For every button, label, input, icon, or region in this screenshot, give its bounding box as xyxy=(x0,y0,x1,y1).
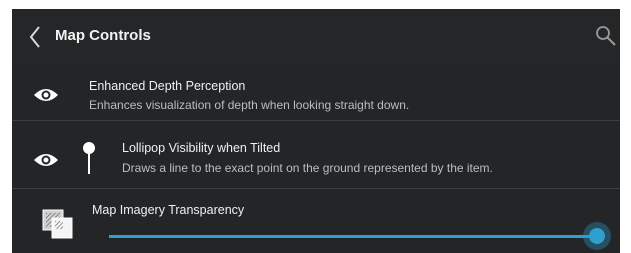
eye-icon[interactable] xyxy=(33,151,59,169)
imagery-transparency-setting: Map Imagery Transparency xyxy=(12,188,620,253)
lollipop-visibility-setting[interactable]: Lollipop Visibility when Tilted Draws a … xyxy=(12,120,620,189)
layers-icon xyxy=(42,209,73,239)
lollipop-icon xyxy=(83,142,95,174)
chevron-left-icon[interactable] xyxy=(28,25,42,49)
setting-description: Draws a line to the exact point on the g… xyxy=(122,161,493,175)
header-bar: Map Controls xyxy=(12,9,620,64)
page-title: Map Controls xyxy=(55,27,151,44)
enhanced-depth-setting[interactable]: Enhanced Depth Perception Enhances visua… xyxy=(12,64,620,120)
slider-fill xyxy=(109,235,597,238)
slider-thumb-core xyxy=(589,228,605,244)
map-controls-panel: Map Controls Enhanced Depth Perception E… xyxy=(12,9,620,253)
setting-label: Map Imagery Transparency xyxy=(92,203,245,217)
slider-thumb[interactable] xyxy=(583,222,611,250)
setting-label: Lollipop Visibility when Tilted xyxy=(122,141,281,155)
setting-description: Enhances visualization of depth when loo… xyxy=(89,98,410,112)
eye-icon[interactable] xyxy=(33,86,59,104)
transparency-slider[interactable] xyxy=(109,222,611,250)
setting-label: Enhanced Depth Perception xyxy=(89,79,246,93)
search-icon[interactable] xyxy=(595,25,617,47)
